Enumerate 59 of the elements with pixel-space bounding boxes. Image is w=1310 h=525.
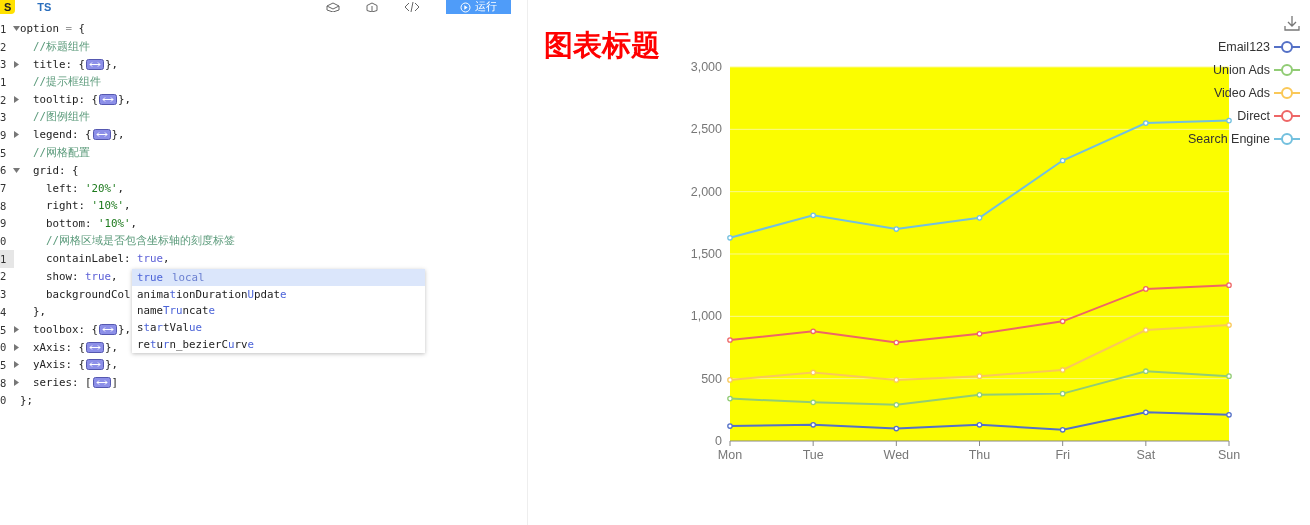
y-axis-label: 2,500: [690, 122, 722, 137]
x-axis-label: Thu: [968, 448, 991, 462]
line-number: 8: [0, 198, 8, 214]
code-line: };: [20, 392, 33, 409]
code-line: tooltip: { },: [32, 92, 132, 109]
y-axis-label: 500: [701, 371, 722, 386]
line-number: 9: [0, 127, 8, 143]
code-line: //网格配置: [32, 144, 90, 161]
line-number: 1: [0, 249, 14, 268]
x-axis-label: Fri: [1055, 448, 1070, 462]
code-line: option = {: [20, 21, 86, 38]
code-line: legend: { },: [32, 127, 125, 144]
code-line: },: [32, 304, 46, 321]
code-line: //标题组件: [32, 38, 90, 55]
code-line: containLabel: true,: [45, 251, 170, 268]
x-axis-label: Sun: [1217, 448, 1241, 462]
line-number: 5: [0, 357, 8, 373]
line-number: 5: [0, 145, 8, 161]
code-line: //网格区域是否包含坐标轴的刻度标签: [45, 233, 235, 250]
code-line: title: { },: [32, 56, 119, 73]
code-line: backgroundCol: [45, 286, 131, 303]
line-number: 0: [0, 234, 8, 250]
line-number: 8: [0, 375, 8, 391]
x-axis-label: Sat: [1136, 448, 1156, 462]
code-line: left: '20%',: [45, 180, 125, 197]
y-axis-label: 0: [715, 434, 722, 448]
line-number: 2: [0, 92, 8, 108]
code-line: toolbox: { },: [32, 322, 132, 339]
code-line: //提示框组件: [32, 73, 101, 90]
line-number: 2: [0, 39, 8, 55]
line-number: 9: [0, 216, 8, 232]
code-line: bottom: '10%',: [45, 215, 138, 232]
code-line: grid: {: [32, 162, 79, 179]
x-axis-label: Mon: [717, 448, 743, 462]
line-number: 3: [0, 287, 8, 303]
line-number: 7: [0, 181, 8, 197]
x-axis-label: Tue: [802, 448, 824, 462]
y-axis-label: 2,000: [690, 184, 722, 199]
line-number: 1: [0, 21, 8, 37]
code-line: yAxis: { },: [32, 357, 119, 374]
line-number: 5: [0, 322, 8, 338]
code-line: xAxis: { },: [32, 339, 119, 356]
line-number: 4: [0, 304, 8, 320]
line-number: 0: [0, 340, 8, 356]
line-number: 3: [0, 110, 8, 126]
line-number: 6: [0, 163, 8, 179]
y-axis-label: 1,500: [690, 247, 722, 261]
code-line: series: [ ]: [32, 375, 119, 392]
code-line: right: '10%',: [45, 198, 131, 215]
code-line: show: true,: [45, 268, 118, 285]
y-axis-label: 3,000: [690, 60, 722, 74]
line-number: 1: [0, 74, 8, 90]
line-number: 3: [0, 57, 8, 73]
code-line: //图例组件: [32, 109, 90, 126]
chart-title: 图表标题: [544, 27, 660, 64]
x-axis-label: Wed: [883, 448, 910, 462]
y-axis-label: 1,000: [690, 309, 722, 324]
line-number: 0: [0, 393, 8, 409]
line-number: 2: [0, 269, 8, 285]
